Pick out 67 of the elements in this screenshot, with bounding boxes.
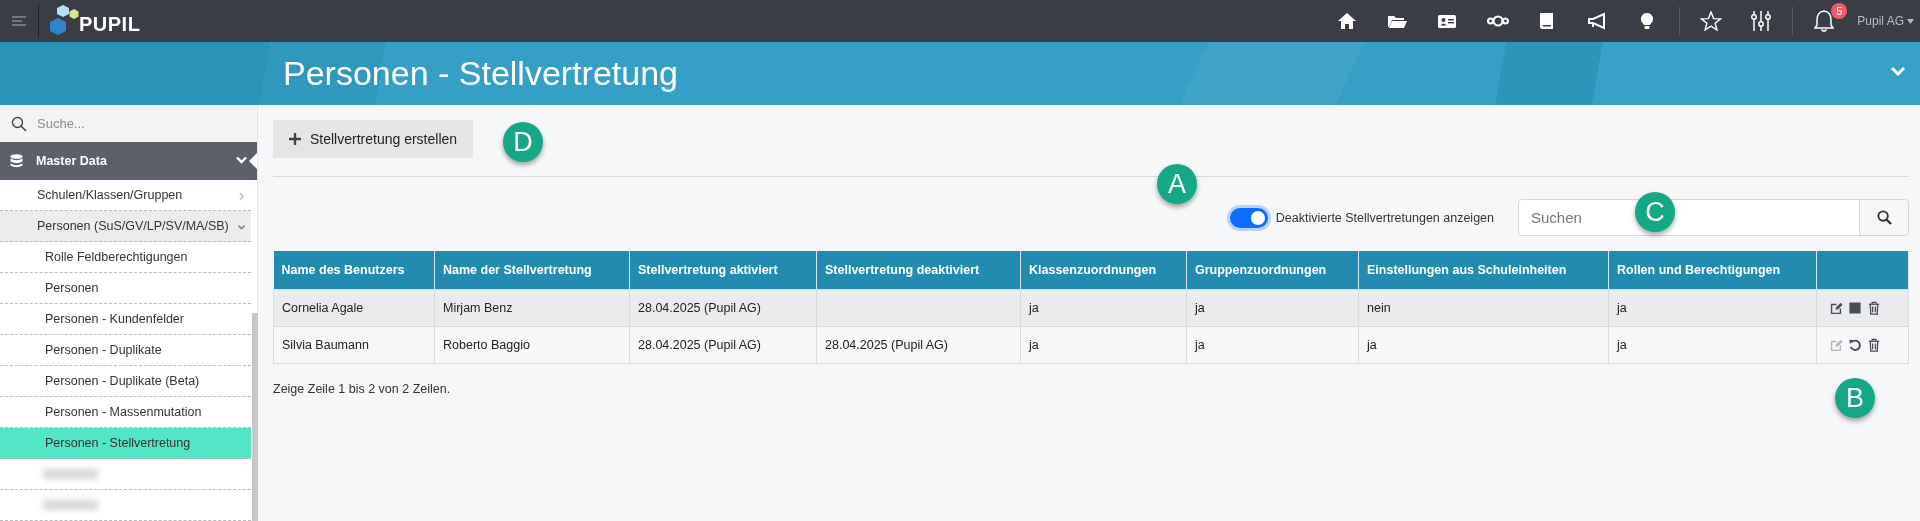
table-cell: 28.04.2025 (Pupil AG): [638, 338, 761, 352]
blurred-item: [43, 500, 98, 510]
table-cell: Cornelia Agale: [282, 301, 364, 315]
chevron-icon: [238, 223, 245, 232]
notification-count: 5: [1831, 3, 1848, 19]
trash-icon[interactable]: [1867, 301, 1881, 315]
table-cell: nein: [1367, 301, 1391, 315]
sidebar-subitem[interactable]: Personen - Stellvertretung: [0, 428, 251, 459]
column-header[interactable]: Rollen und Berechtigungen: [1608, 251, 1817, 290]
column-header[interactable]: Stellvertretung deaktiviert: [816, 251, 1021, 290]
sidebar-subitem[interactable]: Personen - Duplikate (Beta): [0, 366, 251, 397]
plus-icon: [289, 133, 301, 145]
column-header[interactable]: Name der Stellvertretung: [434, 251, 630, 290]
table-cell: Silvia Baumann: [282, 338, 369, 352]
edit-icon[interactable]: [1829, 301, 1843, 315]
chevron-icon: [238, 192, 245, 201]
table-cell: 28.04.2025 (Pupil AG): [638, 301, 761, 315]
trash-icon[interactable]: [1867, 338, 1881, 352]
table-cell: ja: [1029, 338, 1039, 352]
chevron-down-icon[interactable]: [1890, 66, 1906, 77]
search-icon: [11, 115, 27, 132]
table-cell: ja: [1195, 301, 1205, 315]
sidebar-item[interactable]: Personen (SuS/GV/LP/SV/MA/SB): [0, 211, 251, 242]
table-cell: 28.04.2025 (Pupil AG): [825, 338, 948, 352]
sidebar-search-box[interactable]: Suche...: [0, 105, 257, 142]
column-header[interactable]: Klassenzuordnungen: [1020, 251, 1187, 290]
star-icon[interactable]: [1700, 11, 1723, 31]
sidebar-subitem[interactable]: Rolle Feldberechtigungen: [0, 242, 251, 273]
sidebar-subitem[interactable]: Personen - Kundenfelder: [0, 304, 251, 335]
menu-icon[interactable]: [12, 16, 26, 26]
sidebar-subitem[interactable]: Personen - Duplikate: [0, 335, 251, 366]
pagination-info: Zeige Zeile 1 bis 2 von 2 Zeilen.: [273, 382, 452, 396]
table-cell: ja: [1367, 338, 1377, 352]
bell-icon[interactable]: [1813, 9, 1836, 33]
search-icon: [1876, 210, 1892, 225]
annotation-marker: B: [1835, 378, 1875, 418]
column-header[interactable]: Gruppenzuordnungen: [1186, 251, 1359, 290]
scrollbar[interactable]: [252, 313, 258, 521]
section-label: Master Data: [36, 154, 107, 168]
sidebar-section-header[interactable]: Master Data: [0, 142, 257, 180]
database-icon: [10, 154, 23, 168]
sidebar-subitem[interactable]: Personen: [0, 273, 251, 304]
table-cell: ja: [1029, 301, 1039, 315]
annotation-marker: A: [1157, 164, 1197, 204]
table-cell: ja: [1617, 301, 1627, 315]
table-cell: ja: [1195, 338, 1205, 352]
column-header[interactable]: Name des Benutzers: [273, 251, 435, 290]
table-cell: Roberto Baggio: [443, 338, 530, 352]
toggle-label: Deaktivierte Stellvertretungen anzeigen: [1275, 210, 1494, 225]
sliders-icon[interactable]: [1750, 11, 1773, 31]
annotation-marker: D: [503, 122, 543, 162]
annotation-marker: C: [1635, 192, 1675, 232]
stop-icon[interactable]: [1848, 301, 1862, 315]
table-cell: Mirjam Benz: [443, 301, 513, 315]
column-header[interactable]: Einstellungen aus Schuleinheiten: [1358, 251, 1609, 290]
blurred-item: [43, 469, 98, 479]
sidebar-search-field[interactable]: Suche...: [35, 115, 219, 132]
column-header[interactable]: Stellvertretung aktiviert: [629, 251, 817, 290]
page-title: Personen - Stellvertretung: [283, 54, 678, 93]
user-menu[interactable]: Pupil AG: [1857, 14, 1914, 28]
search-button[interactable]: [1859, 200, 1908, 235]
create-button[interactable]: Stellvertretung erstellen: [273, 120, 474, 158]
table-cell: ja: [1617, 338, 1627, 352]
undo-icon[interactable]: [1848, 338, 1862, 352]
toggle-switch[interactable]: [1229, 207, 1268, 228]
brand-name: PUPIL: [79, 13, 141, 36]
caret-icon: [1907, 18, 1914, 24]
